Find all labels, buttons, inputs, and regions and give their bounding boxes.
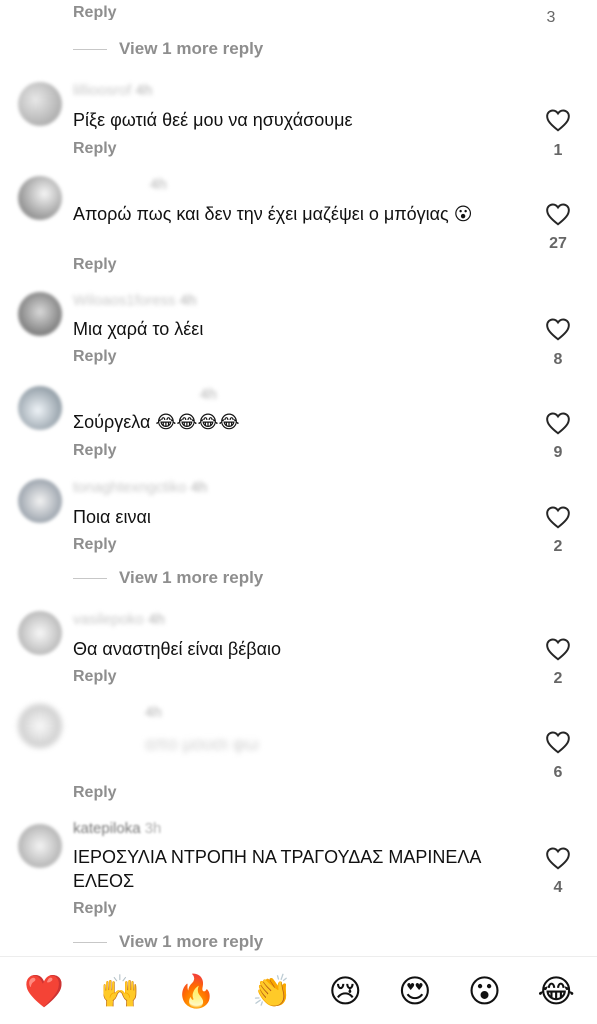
like-count-top: 3 (546, 9, 556, 26)
divider-line (73, 941, 107, 943)
divider-line (73, 48, 107, 50)
reply-button[interactable]: Reply (73, 348, 117, 366)
reply-button[interactable]: Reply (73, 668, 117, 686)
comment-text: ΙΕΡΟΣΥΛΙΑ ΝΤΡΟΠΗ ΝΑ ΤΡΑΓΟΥΔΑΣ ΜΑΡΙΝΕΛΑ Ε… (73, 847, 481, 891)
heart-icon[interactable] (545, 505, 571, 529)
crying-face-emoji-button[interactable]: 😢 (329, 973, 362, 1009)
tears-of-joy-emoji-button[interactable]: 😂 (538, 973, 575, 1009)
comment-text: Ποια ειναι (73, 507, 151, 527)
like-count: 6 (553, 764, 563, 781)
like-count: 27 (549, 235, 567, 252)
heart-icon[interactable] (545, 637, 571, 661)
comment-text: Ρίξε φωτιά θεέ μου να ησυχάσουμε (73, 110, 353, 130)
comment-text: Θα αναστηθεί είναι βέβαιο (73, 639, 282, 659)
comment-text: Σούργελα 😂😂😂😂 (73, 412, 240, 432)
comment-text: Απορώ πως και δεν την έχει μαζέψει ο μπό… (73, 204, 473, 224)
surprised-face-emoji-button[interactable]: 😮 (468, 973, 501, 1009)
avatar[interactable] (18, 824, 62, 868)
reply-button[interactable]: Reply (73, 784, 117, 802)
fire-emoji-button[interactable]: 🔥 (176, 973, 216, 1009)
view-more-replies-top[interactable]: View 1 more reply (73, 39, 263, 59)
view-more-replies[interactable]: View 1 more reply (73, 568, 263, 588)
avatar[interactable] (18, 704, 62, 748)
like-count: 2 (553, 670, 563, 687)
comment-username[interactable]: 4h (145, 704, 162, 721)
reply-button[interactable]: Reply (73, 140, 117, 158)
comment-username[interactable]: tonaghtexngctiko 4h (73, 479, 207, 496)
reply-button[interactable]: Reply (73, 536, 117, 554)
red-heart-emoji-button[interactable]: ❤️ (24, 973, 64, 1009)
comment-text: Μια χαρά το λέει (73, 319, 204, 339)
heart-icon[interactable] (545, 108, 571, 132)
comment-username[interactable]: vasilepoko 4h (73, 611, 165, 628)
clapping-hands-emoji-button[interactable]: 👏 (252, 973, 292, 1009)
comment-text: απο μουσι φω (145, 734, 259, 754)
avatar[interactable] (18, 479, 62, 523)
comment-username[interactable]: 4h (150, 176, 167, 193)
reply-button[interactable]: Reply (73, 256, 117, 274)
heart-icon[interactable] (545, 411, 571, 435)
avatar[interactable] (18, 386, 62, 430)
heart-icon[interactable] (545, 846, 571, 870)
avatar[interactable] (18, 292, 62, 336)
reply-button[interactable]: Reply (73, 900, 117, 918)
view-more-label: View 1 more reply (119, 568, 264, 587)
raising-hands-emoji-button[interactable]: 🙌 (100, 973, 140, 1009)
like-count: 9 (553, 444, 563, 461)
view-more-replies[interactable]: View 1 more reply (73, 932, 263, 952)
heart-icon[interactable] (545, 317, 571, 341)
heart-eyes-emoji-button[interactable]: 😍 (398, 973, 431, 1009)
heart-icon[interactable] (545, 730, 571, 754)
comment-username[interactable]: Wiloaos1foress 4h (73, 292, 196, 309)
comment-username[interactable]: lillioosrof 4h (73, 82, 152, 99)
like-count: 8 (553, 351, 563, 368)
reply-button[interactable]: Reply (73, 442, 117, 460)
view-more-label: View 1 more reply (119, 39, 264, 58)
emoji-quick-reactions-bar: ❤️ 🙌 🔥 👏 😢 😍 😮 😂 (0, 956, 597, 1024)
like-count: 2 (553, 538, 563, 555)
avatar[interactable] (18, 82, 62, 126)
like-count: 1 (553, 142, 563, 159)
comment-username[interactable]: katepiloka 3h (73, 820, 161, 837)
comment-username[interactable]: 4h (200, 386, 217, 403)
reply-button-top[interactable]: Reply (73, 4, 117, 20)
like-count: 4 (553, 879, 563, 896)
avatar[interactable] (18, 176, 62, 220)
view-more-label: View 1 more reply (119, 932, 264, 951)
heart-icon[interactable] (545, 202, 571, 226)
divider-line (73, 577, 107, 579)
avatar[interactable] (18, 611, 62, 655)
